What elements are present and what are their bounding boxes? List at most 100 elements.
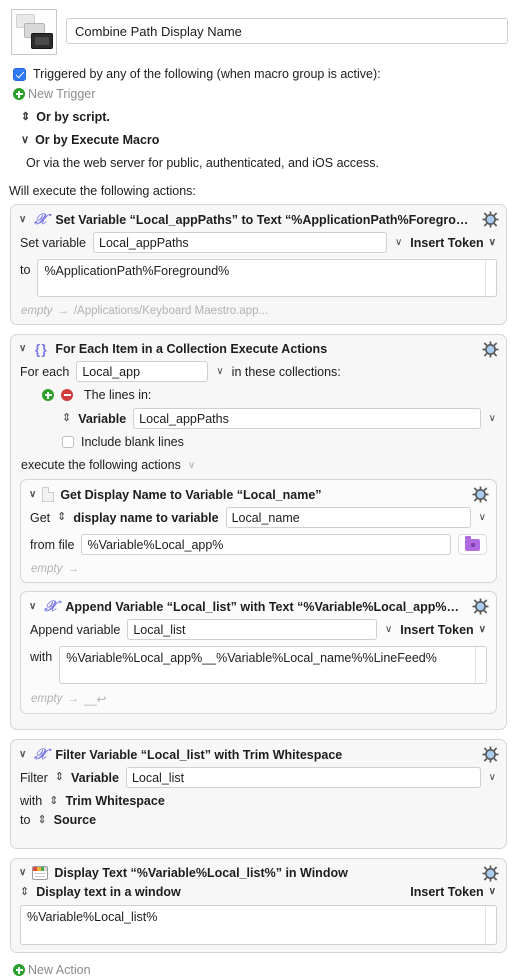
- gear-icon[interactable]: [482, 865, 499, 882]
- disclosure-triangle-icon[interactable]: ∨: [29, 489, 36, 500]
- action-header[interactable]: ∨ 𝒳 Append Variable “Local_list” with Te…: [21, 592, 496, 619]
- disclosure-triangle-icon[interactable]: ∨: [19, 344, 26, 354]
- for-each-variable-input[interactable]: Local_app: [76, 361, 209, 382]
- hint-arrow-icon: →: [67, 693, 79, 705]
- filter-spacer: [20, 832, 497, 841]
- gear-icon[interactable]: [482, 746, 499, 763]
- append-variable-input[interactable]: Local_list: [127, 619, 377, 640]
- action-display-text[interactable]: ∨ Display Text “%Variable%Local_list%” i…: [10, 858, 507, 953]
- filter-with-updown-icon[interactable]: ⇕: [49, 795, 58, 807]
- insert-token-chevron-icon: ∨: [488, 886, 496, 897]
- action-result-hint: empty → __↩: [30, 690, 487, 706]
- action-header[interactable]: ∨ Display Text “%Variable%Local_list%” i…: [11, 859, 506, 885]
- filter-with-row: with ⇕ Trim Whitespace: [20, 794, 497, 808]
- action-filter-variable[interactable]: ∨ 𝒳 Filter Variable “Local_list” with Tr…: [10, 739, 507, 849]
- include-blank-lines-checkbox[interactable]: [62, 436, 74, 448]
- trigger-section: Triggered by any of the following (when …: [0, 55, 517, 170]
- filter-to-label: to: [20, 813, 31, 827]
- collection-variable-value: Local_appPaths: [139, 411, 229, 426]
- gear-icon[interactable]: [482, 341, 499, 358]
- or-by-script-row[interactable]: ⇕ Or by script.: [13, 110, 517, 124]
- hint-value: __↩: [83, 694, 107, 706]
- choose-file-button[interactable]: [458, 534, 487, 555]
- from-file-value: %Variable%Local_app%: [87, 537, 224, 552]
- to-text-row: to %ApplicationPath%Foreground%: [20, 259, 497, 297]
- filter-variable-row: Filter ⇕ Variable Local_list ∨: [20, 767, 497, 788]
- macro-stacked-windows-icon[interactable]: [11, 9, 57, 55]
- gear-icon[interactable]: [482, 211, 499, 228]
- filter-kind-updown-icon[interactable]: ⇕: [55, 772, 64, 783]
- insert-token-chevron-icon: ∨: [478, 623, 486, 635]
- filter-label: Filter: [20, 770, 48, 785]
- insert-token-button[interactable]: Insert Token ∨: [400, 623, 487, 637]
- textarea-scroll-gutter[interactable]: [485, 906, 496, 944]
- action-header[interactable]: ∨ 𝒳 Filter Variable “Local_list” with Tr…: [11, 740, 506, 767]
- filter-kind-label: Variable: [71, 770, 119, 785]
- display-text-area[interactable]: %Variable%Local_list%: [20, 905, 497, 945]
- display-text-value: %Variable%Local_list%: [27, 910, 158, 924]
- gear-icon[interactable]: [472, 486, 489, 503]
- action-result-hint: empty → /Applications/Keyboard Maestro.a…: [20, 303, 497, 317]
- insert-token-button[interactable]: Insert Token ∨: [410, 885, 497, 899]
- textarea-scroll-gutter[interactable]: [485, 260, 496, 296]
- or-by-execute-macro-row[interactable]: ∨ Or by Execute Macro: [13, 133, 517, 147]
- add-collection-button[interactable]: [42, 389, 54, 401]
- action-get-display-name[interactable]: ∨ Get Display Name to Variable “Local_na…: [20, 479, 497, 583]
- action-header[interactable]: ∨ 𝒳 Set Variable “Local_appPaths” to Tex…: [11, 205, 506, 232]
- to-label: to: [20, 263, 31, 277]
- textarea-scroll-gutter[interactable]: [475, 647, 486, 683]
- variable-dropdown-chevron-icon[interactable]: ∨: [394, 237, 403, 248]
- hint-empty-label: empty: [31, 693, 63, 705]
- disclosure-triangle-icon[interactable]: ∨: [19, 214, 26, 225]
- append-variable-row: Append variable Local_list ∨ Insert Toke…: [30, 619, 487, 640]
- macro-icon-window-front: [31, 33, 53, 49]
- action-header[interactable]: ∨ { } For Each Item in a Collection Exec…: [11, 335, 506, 361]
- get-display-name-variable-input[interactable]: Local_name: [225, 507, 471, 528]
- get-variable-chevron-icon[interactable]: ∨: [478, 512, 487, 523]
- insert-token-label: Insert Token: [410, 885, 484, 899]
- for-each-dropdown-chevron-icon[interactable]: ∨: [215, 366, 224, 377]
- window-icon-line: [35, 873, 46, 874]
- from-file-label: from file: [30, 537, 75, 552]
- set-variable-text-area[interactable]: %ApplicationPath%Foreground%: [37, 259, 497, 297]
- execute-chevron-down-icon[interactable]: ∨: [188, 460, 195, 471]
- disclosure-triangle-icon[interactable]: ∨: [19, 868, 26, 878]
- action-header[interactable]: ∨ Get Display Name to Variable “Local_na…: [21, 480, 496, 507]
- hint-empty-label: empty: [21, 305, 53, 317]
- append-variable-value: Local_list: [133, 622, 186, 637]
- filter-variable-value: Local_list: [131, 770, 185, 785]
- updown-chevron-icon: ⇕: [21, 110, 31, 123]
- with-label: with: [30, 650, 53, 664]
- from-file-input[interactable]: %Variable%Local_app%: [81, 534, 451, 555]
- display-kind-updown-icon[interactable]: ⇕: [20, 886, 29, 898]
- execute-following-actions-row: execute the following actions ∨: [20, 455, 497, 479]
- trigger-enabled-row[interactable]: Triggered by any of the following (when …: [13, 67, 517, 81]
- collection-variable-input[interactable]: Local_appPaths: [133, 408, 481, 429]
- action-title: For Each Item in a Collection Execute Ac…: [55, 342, 328, 356]
- set-variable-input[interactable]: Local_appPaths: [93, 232, 387, 253]
- gear-icon[interactable]: [472, 598, 489, 615]
- variable-kind-updown-icon[interactable]: ⇕: [62, 413, 71, 424]
- macro-name-value: Combine Path Display Name: [75, 23, 242, 39]
- new-trigger-button[interactable]: New Trigger: [13, 87, 517, 101]
- action-append-variable[interactable]: ∨ 𝒳 Append Variable “Local_list” with Te…: [20, 591, 497, 714]
- append-text-area[interactable]: %Variable%Local_app%__%Variable%Local_na…: [59, 646, 487, 684]
- get-kind-updown-icon[interactable]: ⇕: [57, 512, 66, 523]
- macro-name-input[interactable]: Combine Path Display Name: [66, 18, 508, 44]
- remove-collection-button[interactable]: [61, 389, 73, 401]
- trigger-checkbox[interactable]: [13, 67, 26, 81]
- include-blank-lines-row[interactable]: Include blank lines: [20, 435, 497, 449]
- disclosure-triangle-icon[interactable]: ∨: [29, 601, 36, 612]
- action-set-variable[interactable]: ∨ 𝒳 Set Variable “Local_appPaths” to Tex…: [10, 204, 507, 325]
- collection-variable-chevron-icon[interactable]: ∨: [488, 413, 497, 424]
- filter-variable-input[interactable]: Local_list: [125, 767, 481, 788]
- insert-token-button[interactable]: Insert Token ∨: [410, 236, 497, 250]
- filter-variable-chevron-icon[interactable]: ∨: [488, 772, 497, 783]
- append-variable-chevron-icon[interactable]: ∨: [384, 624, 393, 635]
- disclosure-triangle-icon[interactable]: ∨: [19, 749, 26, 760]
- action-for-each[interactable]: ∨ { } For Each Item in a Collection Exec…: [10, 334, 507, 730]
- window-icon-line: [35, 879, 45, 880]
- set-variable-text-value: %ApplicationPath%Foreground%: [44, 264, 230, 278]
- filter-to-updown-icon[interactable]: ⇕: [37, 814, 46, 826]
- set-variable-label: Set variable: [20, 235, 87, 250]
